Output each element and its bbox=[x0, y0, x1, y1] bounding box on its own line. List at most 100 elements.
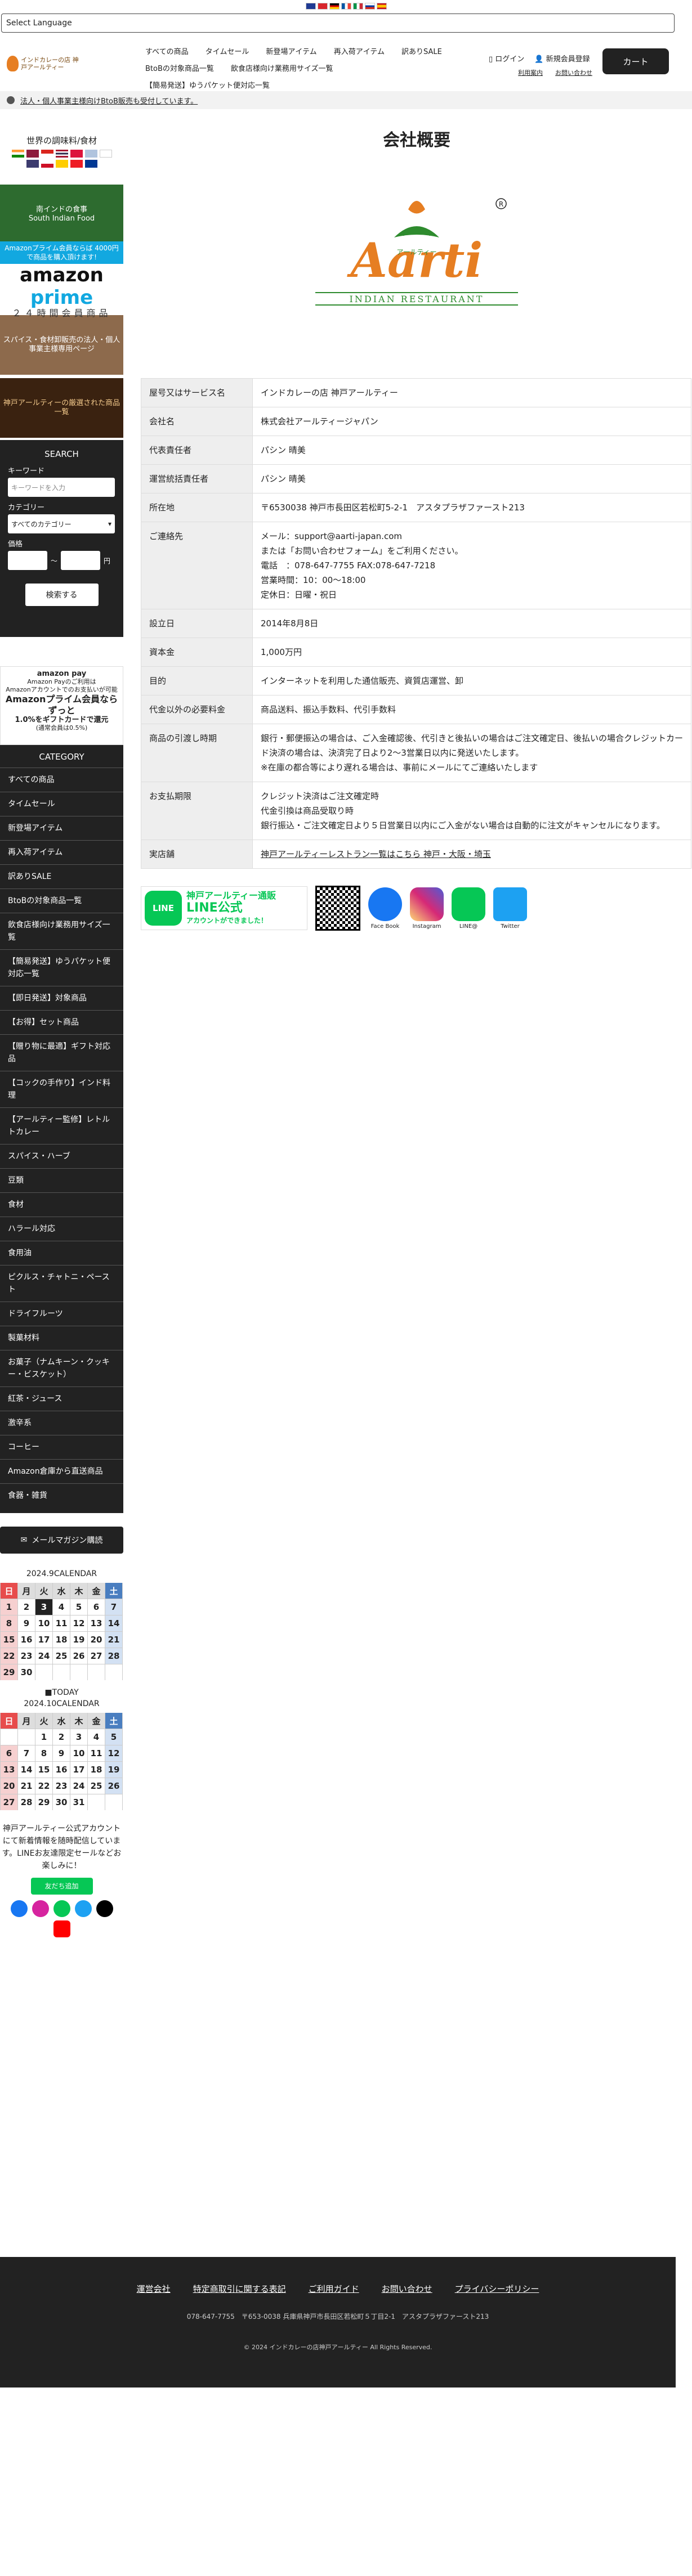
flag-de-icon[interactable] bbox=[329, 3, 340, 10]
category-item[interactable]: 【即日発送】対象商品 bbox=[0, 986, 123, 1010]
amazon-pay-banner[interactable]: amazon pay Amazon Payのご利用は Amazonアカウントでの… bbox=[0, 666, 123, 745]
newsletter-button[interactable]: ✉ メールマガジン購読 bbox=[0, 1527, 123, 1554]
table-value-line: インドカレーの店 神戸アールティー bbox=[261, 388, 398, 398]
facebook-link[interactable]: Face Book bbox=[368, 887, 402, 930]
flag-cn-icon[interactable] bbox=[317, 3, 328, 10]
contact-link[interactable]: お問い合わせ bbox=[555, 68, 592, 77]
category-item[interactable]: タイムセール bbox=[0, 792, 123, 816]
category-item[interactable]: 製菓材料 bbox=[0, 1326, 123, 1350]
category-item[interactable]: 食材 bbox=[0, 1192, 123, 1217]
twitter-link[interactable]: Twitter bbox=[493, 887, 527, 930]
calendar-empty-cell bbox=[105, 1664, 122, 1680]
calendar-day: 6 bbox=[88, 1599, 105, 1615]
category-item[interactable]: 飲食店様向け業務用サイズ一覧 bbox=[0, 913, 123, 949]
footer-link-guide[interactable]: ご利用ガイド bbox=[309, 2283, 359, 2295]
calendar-empty-cell bbox=[1, 1729, 17, 1745]
line-add-friend-button[interactable]: 友だち追加 bbox=[30, 1878, 93, 1895]
category-item[interactable]: 【お得】セット商品 bbox=[0, 1010, 123, 1034]
table-value: メール：support@aarti-japan.com または「お問い合わせフォー… bbox=[252, 522, 691, 609]
nav-restaurant-size[interactable]: 飲食店様向け業務用サイズ一覧 bbox=[231, 61, 333, 78]
footer-link-privacy[interactable]: プライバシーポリシー bbox=[455, 2283, 539, 2295]
flag-fr-icon[interactable] bbox=[341, 3, 351, 10]
category-item[interactable]: コーヒー bbox=[0, 1435, 123, 1459]
category-item[interactable]: 再入荷アイテム bbox=[0, 840, 123, 864]
tiktok-icon[interactable] bbox=[96, 1900, 113, 1917]
category-item[interactable]: ドライフルーツ bbox=[0, 1302, 123, 1326]
line-official-banner[interactable]: LINE 神戸アールティー通販 LINE公式 アカウントができました！ bbox=[141, 886, 307, 930]
category-select[interactable]: すべてのカテゴリー ▾ bbox=[8, 514, 115, 533]
line-link[interactable]: LINE@ bbox=[452, 887, 485, 930]
instagram-icon[interactable] bbox=[32, 1900, 49, 1917]
category-item[interactable]: 新登場アイテム bbox=[0, 816, 123, 840]
banner-world-spices[interactable]: 世界の調味料/食材 bbox=[0, 125, 123, 179]
category-item[interactable]: 食器・雑貨 bbox=[0, 1483, 123, 1507]
calendar-day: 9 bbox=[53, 1745, 70, 1761]
language-select[interactable]: Select Language bbox=[1, 14, 675, 33]
nav-time-sale[interactable]: タイムセール bbox=[206, 44, 249, 61]
banner-selected-products[interactable]: 神戸アールティーの厳選された商品一覧 bbox=[0, 378, 123, 438]
facebook-icon[interactable] bbox=[10, 1900, 28, 1917]
table-value: 商品送料、振込手数料、代引手数料 bbox=[252, 695, 691, 724]
site-logo[interactable]: インドカレーの店 神戸アールティー bbox=[7, 53, 80, 74]
table-value-line: 営業時間：10：00〜18:00 bbox=[261, 575, 366, 585]
search-button[interactable]: 検索する bbox=[25, 584, 99, 606]
restaurant-list-link[interactable]: 神戸アールティーレストラン一覧はこちら 神戸・大阪・埼玉 bbox=[261, 847, 683, 861]
table-value: インターネットを利用した通信販売、資質店運営、卸 bbox=[252, 666, 691, 695]
category-item[interactable]: 紅茶・ジュース bbox=[0, 1386, 123, 1411]
keyword-label: キーワード bbox=[8, 467, 45, 475]
register-link[interactable]: 👤 新規会員登録 bbox=[534, 53, 590, 64]
price-min-input[interactable] bbox=[8, 551, 47, 570]
guide-link[interactable]: 利用案内 bbox=[518, 68, 543, 77]
banner-flags bbox=[8, 150, 115, 168]
flag-it-icon[interactable] bbox=[352, 3, 363, 10]
flag-ru-icon[interactable] bbox=[364, 3, 375, 10]
calendar-weekday: 木 bbox=[70, 1583, 87, 1599]
calendar-weekday: 火 bbox=[35, 1713, 52, 1729]
banner-amazon-prime[interactable]: Amazonプライム会員ならば 4000円で商品を購入頂けます! amazon … bbox=[0, 241, 123, 318]
table-row: 商品の引渡し時期 銀行・郵便振込の場合は、ご入金確認後、代引きと後払いの場合はご注… bbox=[141, 724, 691, 782]
language-select-label: Select Language bbox=[6, 19, 72, 28]
banner-south-indian-food[interactable]: 南インドの食事 South Indian Food bbox=[0, 185, 123, 244]
category-item[interactable]: スパイス・ハーブ bbox=[0, 1144, 123, 1168]
nav-btob[interactable]: BtoBの対象商品一覧 bbox=[145, 61, 214, 78]
banner-wholesale[interactable]: スパイス・食材卸販売の法人・個人事業主様専用ページ bbox=[0, 315, 123, 375]
flag-en-icon[interactable] bbox=[305, 3, 316, 10]
category-item[interactable]: 豆類 bbox=[0, 1168, 123, 1192]
login-link[interactable]: ▯ ログイン bbox=[489, 53, 524, 64]
calendar-day: 18 bbox=[53, 1632, 70, 1648]
category-item[interactable]: Amazon倉庫から直送商品 bbox=[0, 1459, 123, 1483]
line-icon[interactable] bbox=[53, 1900, 70, 1917]
notice-link[interactable]: 法人・個人事業主様向けBtoB販売も受付しています。 bbox=[20, 95, 198, 106]
calendar-title: 2024.9CALENDAR bbox=[26, 1569, 97, 1578]
nav-new-items[interactable]: 新登場アイテム bbox=[266, 44, 316, 61]
category-item[interactable]: 食用油 bbox=[0, 1241, 123, 1265]
category-item[interactable]: 激辛系 bbox=[0, 1411, 123, 1435]
notice-bar: 法人・個人事業主様向けBtoB販売も受付しています。 bbox=[0, 91, 692, 109]
footer-link-contact[interactable]: お問い合わせ bbox=[382, 2283, 432, 2295]
flag-es-icon[interactable] bbox=[376, 3, 387, 10]
calendar-weekday: 月 bbox=[18, 1713, 35, 1729]
category-item[interactable]: すべての商品 bbox=[0, 768, 123, 792]
cart-button[interactable]: カート bbox=[602, 48, 669, 74]
category-item[interactable]: ハラール対応 bbox=[0, 1217, 123, 1241]
nav-all-products[interactable]: すべての商品 bbox=[145, 44, 189, 61]
category-item[interactable]: 訳ありSALE bbox=[0, 864, 123, 888]
instagram-link[interactable]: Instagram bbox=[410, 887, 444, 930]
footer-link-company[interactable]: 運営会社 bbox=[137, 2283, 171, 2295]
calendar-day: 26 bbox=[105, 1778, 122, 1794]
category-item[interactable]: BtoBの対象商品一覧 bbox=[0, 888, 123, 913]
category-item[interactable]: ピクルス・チャトニ・ペースト bbox=[0, 1265, 123, 1302]
category-item[interactable]: 【簡易発送】ゆうパケット便対応一覧 bbox=[0, 949, 123, 986]
nav-restock[interactable]: 再入荷アイテム bbox=[334, 44, 385, 61]
category-item[interactable]: 【コックの手作り】インド料理 bbox=[0, 1071, 123, 1107]
keyword-input[interactable]: キーワードを入力 bbox=[8, 478, 115, 497]
youtube-icon[interactable] bbox=[53, 1920, 70, 1937]
footer-link-tokushoho[interactable]: 特定商取引に関する表記 bbox=[193, 2283, 286, 2295]
category-item[interactable]: 【贈り物に最適】ギフト対応品 bbox=[0, 1034, 123, 1071]
category-item[interactable]: お菓子（ナムキーン・クッキー・ビスケット） bbox=[0, 1350, 123, 1386]
price-max-input[interactable] bbox=[61, 551, 101, 570]
nav-outlet[interactable]: 訳ありSALE bbox=[401, 44, 442, 61]
sidebar: 世界の調味料/食材 南インドの食事 South Indian Food Amaz… bbox=[0, 125, 123, 1937]
category-item[interactable]: 【アールティー監修】レトルトカレー bbox=[0, 1107, 123, 1144]
twitter-icon[interactable] bbox=[74, 1900, 92, 1917]
